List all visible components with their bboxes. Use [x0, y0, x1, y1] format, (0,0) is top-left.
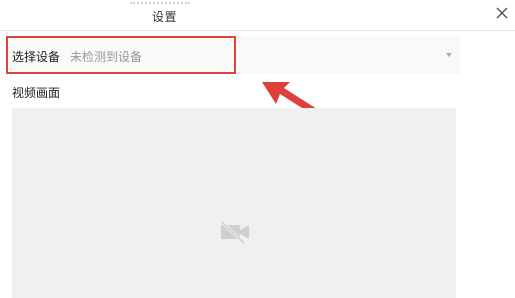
settings-dialog: 设置 选择设备 未检测到设备 视频画面 — [0, 0, 515, 298]
device-select-value: 未检测到设备 — [70, 50, 143, 64]
dialog-title: 设置 — [152, 10, 178, 24]
device-row: 选择设备 未检测到设备 — [8, 36, 460, 74]
device-label: 选择设备 — [12, 50, 61, 64]
caret-down-icon — [446, 53, 452, 57]
video-preview — [12, 108, 456, 298]
camera-off-icon — [220, 220, 249, 244]
close-button[interactable] — [493, 4, 511, 22]
close-icon — [496, 7, 508, 19]
device-select[interactable]: 未检测到设备 — [68, 42, 460, 68]
video-label: 视频画面 — [12, 86, 61, 100]
title-bar: 设置 — [0, 0, 515, 31]
